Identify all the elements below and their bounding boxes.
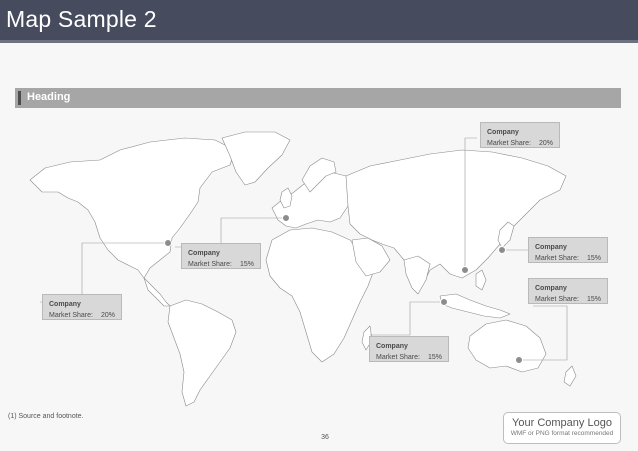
callout-label: Market Share: bbox=[188, 261, 232, 268]
callout-label: Market Share: bbox=[535, 255, 579, 262]
logo-title: Your Company Logo bbox=[512, 417, 612, 429]
connector-line bbox=[370, 301, 444, 336]
page-number: 36 bbox=[321, 434, 329, 441]
location-marker bbox=[498, 246, 506, 254]
footnote: (1) Source and footnote. bbox=[8, 413, 84, 420]
callout-label: Market Share: bbox=[376, 354, 420, 361]
callout-label: Market Share: bbox=[487, 140, 531, 147]
heading-accent bbox=[18, 91, 21, 105]
callout-company: Company bbox=[188, 250, 220, 257]
callout-value: 20% bbox=[100, 312, 115, 319]
new-zealand-shape bbox=[563, 365, 577, 387]
location-marker bbox=[440, 298, 448, 306]
callout-label: Market Share: bbox=[535, 296, 579, 303]
callout-company: Company bbox=[49, 301, 81, 308]
logo-subtitle: WMF or PNG format recommended bbox=[510, 430, 614, 437]
india-shape bbox=[403, 255, 431, 295]
callout-americas: Company Market Share: 20% bbox=[42, 294, 122, 320]
callout-company: Company bbox=[535, 244, 567, 251]
callout-value: 15% bbox=[586, 255, 601, 262]
callout-southeast-asia: Company Market Share: 15% bbox=[369, 336, 449, 362]
callout-australia: Company Market Share: 15% bbox=[528, 278, 608, 304]
section-heading-bar: Heading bbox=[15, 88, 621, 108]
location-marker bbox=[515, 356, 523, 364]
callout-company: Company bbox=[535, 285, 567, 292]
central-america-shape bbox=[143, 277, 171, 307]
company-logo-placeholder: Your Company Logo WMF or PNG format reco… bbox=[503, 412, 621, 444]
callout-asia: Company Market Share: 20% bbox=[480, 122, 560, 148]
philippines-shape bbox=[475, 269, 487, 291]
title-bar: Map Sample 2 bbox=[0, 0, 638, 43]
callout-value: 15% bbox=[239, 261, 254, 268]
callout-label: Market Share: bbox=[49, 312, 93, 319]
callout-value: 15% bbox=[427, 354, 442, 361]
indonesia-shape bbox=[439, 293, 511, 319]
page-title: Map Sample 2 bbox=[6, 6, 157, 32]
callout-value: 20% bbox=[538, 140, 553, 147]
location-marker bbox=[282, 214, 290, 222]
callout-company: Company bbox=[376, 343, 408, 350]
south-america-shape bbox=[167, 299, 237, 407]
callout-europe: Company Market Share: 15% bbox=[181, 243, 261, 269]
section-heading: Heading bbox=[27, 91, 71, 103]
callout-company: Company bbox=[487, 129, 519, 136]
location-marker bbox=[164, 239, 172, 247]
australia-shape bbox=[467, 319, 547, 373]
location-marker bbox=[461, 266, 469, 274]
greenland-shape bbox=[221, 131, 291, 186]
callout-value: 15% bbox=[586, 296, 601, 303]
callout-japan: Company Market Share: 15% bbox=[528, 237, 608, 263]
